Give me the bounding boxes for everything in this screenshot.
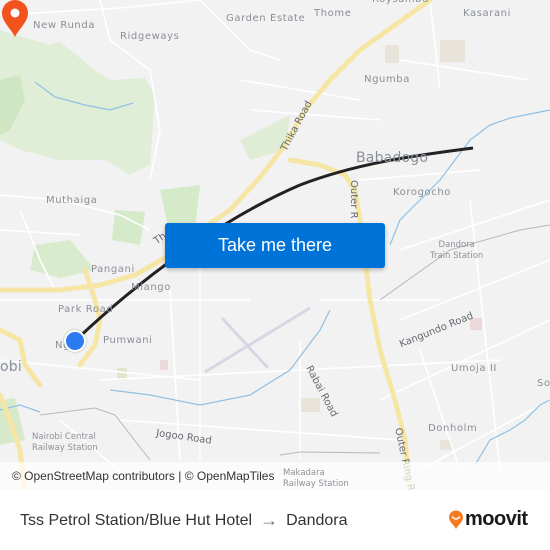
station-label-dandora-train: Dandora Train Station: [430, 240, 483, 262]
place-label-ridgeways: Ridgeways: [120, 31, 180, 42]
place-label-korogocho: Korogocho: [393, 187, 452, 198]
airport-runway: [204, 306, 311, 374]
building-area: [160, 360, 168, 370]
building-area: [385, 45, 399, 63]
building-area: [440, 40, 465, 62]
destination-name: Dandora: [286, 511, 348, 529]
park-area: [112, 210, 145, 245]
map-view[interactable]: New Runda Ridgeways Garden Estate Thome …: [0, 0, 550, 490]
arrow-right-icon: →: [260, 510, 279, 530]
station-name: Makadara: [283, 468, 325, 478]
place-label-kasarani: Kasarani: [463, 8, 512, 19]
origin-marker[interactable]: [64, 330, 86, 352]
attribution-text[interactable]: © OpenStreetMap contributors | © OpenMap…: [12, 469, 274, 483]
station-type: Train Station: [430, 251, 484, 261]
map-attribution: © OpenStreetMap contributors | © OpenMap…: [0, 462, 550, 490]
route-summary: Tss Petrol Station/Blue Hut Hotel → Dand…: [20, 510, 347, 531]
park-area: [240, 115, 290, 160]
moovit-wordmark: moovit: [465, 508, 528, 530]
moovit-logo[interactable]: moovit: [448, 508, 528, 531]
place-label-ngumba: Ngumba: [364, 74, 410, 85]
place-label-new-runda: New Runda: [33, 20, 96, 31]
station-type: Railway Station: [32, 443, 98, 453]
station-type: Railway Station: [283, 479, 349, 489]
place-label-babadogo: Babadogo: [356, 150, 429, 166]
station-name: Nairobi Central: [32, 432, 96, 442]
destination-pin-icon[interactable]: [0, 0, 30, 38]
place-label-umoja-ii: Umoja II: [451, 363, 497, 374]
place-label-thome: Thome: [314, 8, 352, 19]
place-label-soweto: So: [537, 378, 550, 389]
road-label-outer-ring-north: Outer R: [348, 180, 359, 219]
place-label-nairobi: obi: [0, 359, 22, 375]
place-label-pangani: Pangani: [91, 264, 135, 275]
station-label-nairobi-central: Nairobi Central Railway Station: [32, 432, 98, 454]
place-label-mlango: Mlango: [131, 282, 171, 293]
place-label-garden-estate: Garden Estate: [226, 13, 306, 24]
place-label-roysambu: Roysambu: [372, 0, 429, 5]
station-name: Dandora: [438, 240, 475, 250]
place-label-muthaiga: Muthaiga: [46, 195, 98, 206]
footer-bar: Tss Petrol Station/Blue Hut Hotel → Dand…: [0, 490, 550, 550]
place-label-park-road: Park Road: [58, 304, 114, 315]
moovit-pin-icon: [449, 510, 463, 529]
place-label-pumwani: Pumwani: [103, 335, 153, 346]
station-label-makadara: Makadara Railway Station: [283, 468, 349, 490]
building-area: [300, 398, 320, 412]
take-me-there-button[interactable]: Take me there: [165, 223, 385, 268]
place-label-donholm: Donholm: [428, 423, 478, 434]
origin-name: Tss Petrol Station/Blue Hut Hotel: [20, 511, 253, 529]
